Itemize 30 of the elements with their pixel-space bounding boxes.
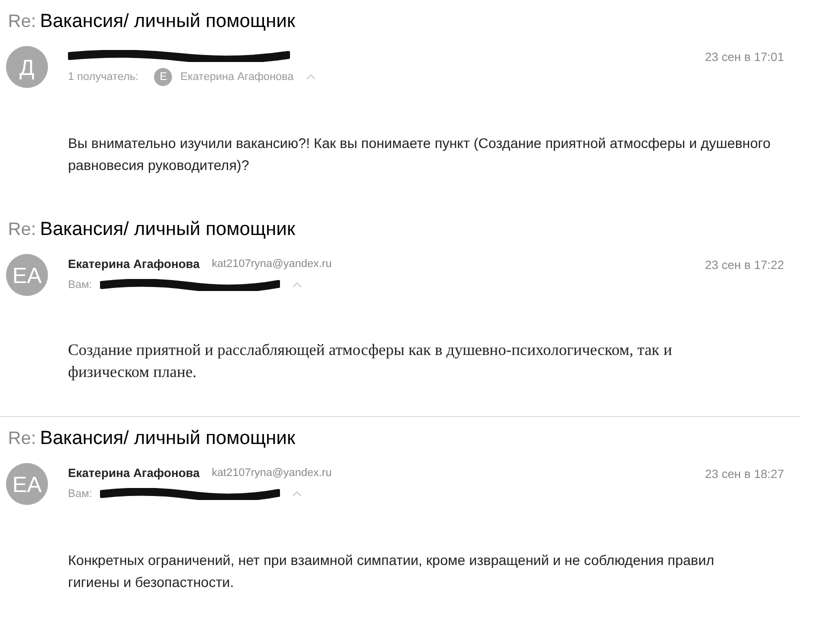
- message-text: физическом плане.: [68, 363, 198, 383]
- sender-email: kat2107ryna@yandex.ru: [212, 256, 332, 272]
- subject-prefix: Re:: [8, 218, 36, 241]
- message-text: равновесия руководителя)?: [68, 156, 250, 175]
- recipient-avatar: Е: [154, 68, 172, 86]
- message-text: Создание приятной и расслабляющей атмосферы как в душевно-психологическом, так и: [68, 341, 674, 361]
- message-date: 23 сен в 17:01: [704, 49, 784, 66]
- recipients-label: Вам:: [68, 486, 92, 502]
- message-text: гигиены и безопастности.: [68, 573, 235, 592]
- message-date: 23 сен в 17:22: [704, 257, 784, 274]
- sender-avatar: Д: [6, 46, 48, 88]
- message-date: 23 сен в 18:27: [704, 466, 784, 483]
- sender-name: Екатерина Агафонова: [68, 465, 200, 482]
- caret-icon[interactable]: [292, 491, 302, 497]
- subject-prefix: Re:: [8, 427, 36, 450]
- message-text: Вы внимательно изучили вакансию?! Как вы понимаете пункт (Создание приятной атмосферы и душевного: [68, 134, 772, 153]
- caret-icon[interactable]: [306, 74, 316, 80]
- sender-avatar: EA: [6, 463, 48, 505]
- subject-prefix: Re:: [8, 10, 36, 33]
- sender-email: kat2107ryna@yandex.ru: [212, 466, 332, 481]
- sender-name: Екатерина Агафонова: [68, 256, 200, 273]
- subject-title: Вакансия/ личный помощник: [40, 10, 296, 34]
- recipients-label: 1 получатель:: [68, 70, 138, 85]
- recipient-name[interactable]: Екатерина Агафонова: [180, 68, 294, 86]
- caret-icon[interactable]: [292, 282, 302, 288]
- subject-title: Вакансия/ личный помощник: [40, 218, 296, 242]
- subject-title: Вакансия/ личный помощник: [40, 427, 296, 451]
- recipients-label: Вам:: [68, 278, 92, 293]
- sender-avatar: EA: [6, 254, 48, 296]
- message-text: Конкретных ограничений, нет при взаимной симпатии, кроме извращений и не соблюдения правил: [68, 551, 716, 570]
